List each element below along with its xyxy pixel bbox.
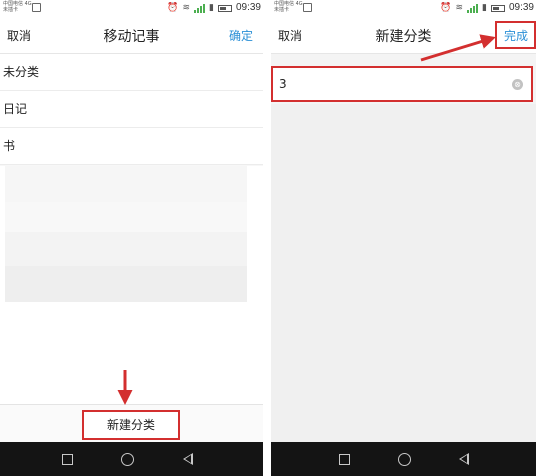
category-name-field: ⊗ <box>271 66 533 102</box>
signal-icon <box>194 3 206 13</box>
wifi-icon: ≋ <box>182 3 191 13</box>
content-area <box>271 104 536 442</box>
nav-bar: 取消 移动记事 确定 <box>0 16 263 54</box>
signal-icon <box>467 3 479 13</box>
done-highlight-box <box>495 21 536 49</box>
page-title: 移动记事 <box>103 29 160 45</box>
triangle-back-icon[interactable] <box>183 453 193 465</box>
list-item-category[interactable]: 未分类 <box>0 54 263 91</box>
empty-row <box>5 166 247 202</box>
carrier-label: 中国电信 4G 未插卡 <box>3 1 32 13</box>
carrier-label: 中国电信 4G 未插卡 <box>274 1 303 13</box>
system-nav-bar <box>0 442 263 476</box>
sim-icon: ▮ <box>482 3 487 13</box>
category-name-input[interactable] <box>279 74 509 94</box>
wifi-icon: ≋ <box>455 3 464 13</box>
image-icon <box>303 3 312 12</box>
square-nav-icon[interactable] <box>62 454 73 465</box>
category-list: 未分类 日记 书 <box>0 54 263 165</box>
left-phone-screen: 中国电信 4G 未插卡 ⏰ ≋ ▮ 09:39 取消 移动记事 确定 未分类 日… <box>0 0 263 476</box>
confirm-button[interactable]: 确定 <box>229 27 253 44</box>
empty-row <box>5 266 247 302</box>
status-time: 09:39 <box>235 2 261 13</box>
battery-icon <box>217 4 232 12</box>
square-nav-icon[interactable] <box>339 454 350 465</box>
bottom-bar: 新建分类 <box>0 404 263 442</box>
new-category-button[interactable]: 新建分类 <box>82 410 180 440</box>
status-icons: ⏰ ≋ ▮ 09:39 <box>440 2 534 14</box>
list-item-category[interactable]: 日记 <box>0 91 263 128</box>
status-icons: ⏰ ≋ ▮ 09:39 <box>167 2 261 14</box>
alarm-icon: ⏰ <box>440 3 452 13</box>
system-nav-bar <box>271 442 536 476</box>
status-time: 09:39 <box>508 2 534 13</box>
alarm-icon: ⏰ <box>167 3 179 13</box>
list-item-category[interactable]: 书 <box>0 128 263 165</box>
triangle-back-icon[interactable] <box>459 453 469 465</box>
sim-icon: ▮ <box>209 3 214 13</box>
battery-icon <box>490 4 505 12</box>
screenshot-stage: 中国电信 4G 未插卡 ⏰ ≋ ▮ 09:39 取消 移动记事 确定 未分类 日… <box>0 0 536 476</box>
clear-input-icon[interactable]: ⊗ <box>512 79 523 90</box>
circle-home-icon[interactable] <box>121 453 134 466</box>
circle-home-icon[interactable] <box>398 453 411 466</box>
status-bar: 中国电信 4G 未插卡 ⏰ ≋ ▮ 09:39 <box>0 0 263 16</box>
status-bar: 中国电信 4G 未插卡 ⏰ ≋ ▮ 09:39 <box>271 0 536 16</box>
empty-row <box>5 232 247 268</box>
right-phone-screen: 中国电信 4G 未插卡 ⏰ ≋ ▮ 09:39 取消 新建分类 完成 ⊗ <box>271 0 536 476</box>
list-empty-area <box>0 166 263 404</box>
image-icon <box>32 3 41 12</box>
